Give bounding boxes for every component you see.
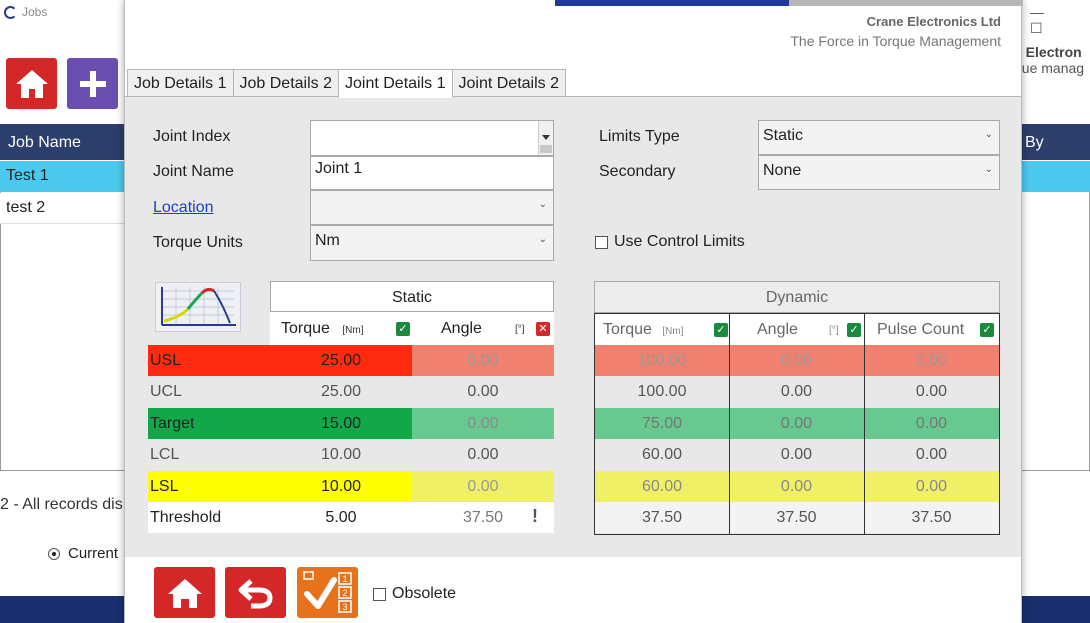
dynamic-angle-enabled-checkbox[interactable]: ✓ bbox=[847, 323, 861, 337]
tab-joint-details-2[interactable]: Joint Details 2 bbox=[451, 69, 566, 97]
company-name: Crane Electronics Ltd bbox=[866, 14, 1001, 29]
static-torque-header: Torque [Nm] bbox=[281, 320, 364, 337]
usl-angle-cell[interactable]: 0.00 bbox=[412, 345, 554, 376]
static-row-usl: USL 25.00 0.00 bbox=[148, 345, 554, 376]
radio-dot-icon bbox=[48, 547, 60, 560]
static-row-lcl: LCL 10.00 0.00 bbox=[148, 439, 554, 470]
static-angle-header: Angle bbox=[441, 320, 482, 337]
background-brand: e Electron que manag bbox=[1014, 44, 1085, 76]
divider bbox=[729, 314, 730, 534]
badge-2: 2 bbox=[342, 588, 347, 598]
secondary-select[interactable]: None ⌄ bbox=[758, 155, 1000, 190]
checkbox-box bbox=[595, 235, 608, 249]
chevron-down-icon: ⌄ bbox=[538, 234, 547, 245]
torque-units-label: Torque Units bbox=[153, 234, 243, 251]
records-status: 2 - All records dis bbox=[0, 496, 123, 513]
crane-logo-icon bbox=[4, 5, 17, 19]
current-radio[interactable]: Current bbox=[48, 545, 118, 562]
chevron-down-icon: ⌄ bbox=[984, 164, 993, 175]
dynamic-pulse-enabled-checkbox[interactable]: ✓ bbox=[980, 323, 994, 337]
threshold-torque-cell[interactable]: 5.00 bbox=[270, 502, 412, 533]
secondary-label: Secondary bbox=[599, 163, 676, 180]
tab-bar: Job Details 1 Job Details 2 Joint Detail… bbox=[127, 69, 566, 98]
plus-icon bbox=[79, 70, 106, 97]
dynamic-angle-unit: [°] bbox=[829, 325, 839, 336]
torque-units-select[interactable]: Nm ⌄ bbox=[310, 225, 554, 261]
lsl-angle-cell[interactable]: 0.00 bbox=[412, 471, 554, 502]
undo-arrow-icon bbox=[238, 578, 273, 608]
dynamic-row-threshold: 37.50 37.50 37.50 bbox=[595, 502, 999, 533]
dynamic-header: Dynamic bbox=[594, 281, 1000, 313]
home-button[interactable] bbox=[6, 58, 57, 109]
dynamic-pulse-header: Pulse Count bbox=[877, 321, 965, 338]
add-job-button[interactable] bbox=[67, 58, 118, 109]
torque-curve-icon bbox=[155, 282, 241, 332]
home-icon bbox=[167, 578, 202, 608]
obsolete-checkbox[interactable]: Obsolete bbox=[373, 585, 456, 603]
home-icon bbox=[15, 69, 48, 98]
static-row-target: Target 15.00 0.00 bbox=[148, 408, 554, 439]
tab-joint-details-1[interactable]: Joint Details 1 bbox=[338, 69, 453, 98]
lsl-torque-cell[interactable]: 10.00 bbox=[270, 471, 412, 502]
limits-type-select[interactable]: Static ⌄ bbox=[758, 120, 1000, 155]
ucl-angle-cell[interactable]: 0.00 bbox=[412, 376, 554, 407]
tab-job-details-1[interactable]: Job Details 1 bbox=[127, 69, 234, 97]
joint-name-label: Joint Name bbox=[153, 163, 234, 180]
static-angle-enabled-checkbox[interactable]: ✕ bbox=[536, 322, 550, 336]
badge-3: 3 bbox=[342, 602, 347, 612]
joint-name-input[interactable]: Joint 1 bbox=[310, 156, 554, 190]
usl-torque-cell[interactable]: 25.00 bbox=[270, 345, 412, 376]
joint-index-spinner[interactable] bbox=[538, 121, 553, 155]
accent-bar bbox=[555, 0, 789, 6]
dialog-home-button[interactable] bbox=[154, 567, 215, 618]
dynamic-angle-header: Angle bbox=[757, 321, 798, 338]
dynamic-table: Torque [Nm] ✓ Angle [°] ✓ Pulse Count ✓ … bbox=[594, 313, 1000, 535]
target-angle-cell[interactable]: 0.00 bbox=[412, 408, 554, 439]
col-by[interactable]: By bbox=[1025, 134, 1044, 152]
static-row-ucl: UCL 25.00 0.00 bbox=[148, 376, 554, 407]
lcl-torque-cell[interactable]: 10.00 bbox=[270, 439, 412, 470]
window-controls[interactable]: —☐ bbox=[1030, 4, 1090, 37]
save-button[interactable]: 1 2 3 bbox=[297, 567, 358, 618]
company-brand: Crane Electronics Ltd The Force in Torqu… bbox=[790, 14, 1001, 49]
lcl-angle-cell[interactable]: 0.00 bbox=[412, 439, 554, 470]
accent-bar-grey bbox=[789, 0, 1023, 6]
static-row-lsl: LSL 10.00 0.00 bbox=[148, 471, 554, 502]
joint-index-input[interactable] bbox=[310, 120, 554, 156]
joint-details-dialog: Crane Electronics Ltd The Force in Torqu… bbox=[124, 0, 1023, 623]
jobs-window-title: Jobs bbox=[4, 5, 47, 19]
dynamic-torque-enabled-checkbox[interactable]: ✓ bbox=[714, 323, 728, 337]
static-torque-enabled-checkbox[interactable]: ✓ bbox=[396, 322, 410, 336]
limits-type-label: Limits Type bbox=[599, 128, 680, 145]
save-checklist-icon: 1 2 3 bbox=[302, 570, 352, 613]
chevron-down-icon: ⌄ bbox=[984, 129, 993, 140]
dynamic-row-lcl: 60.00 0.00 0.00 bbox=[641, 446, 948, 463]
col-job-name[interactable]: Job Name bbox=[8, 134, 81, 152]
static-angle-unit: [°] bbox=[515, 324, 525, 335]
chevron-down-icon: ⌄ bbox=[538, 199, 547, 210]
checkbox-box bbox=[373, 587, 386, 601]
target-torque-cell[interactable]: 15.00 bbox=[270, 408, 412, 439]
tab-content: Joint Index Joint Name Joint 1 Location … bbox=[125, 96, 1021, 557]
location-select[interactable]: ⌄ bbox=[310, 190, 554, 225]
ucl-torque-cell[interactable]: 25.00 bbox=[270, 376, 412, 407]
dynamic-torque-header: Torque [Nm] bbox=[603, 321, 684, 338]
tab-job-details-2[interactable]: Job Details 2 bbox=[232, 69, 339, 97]
dynamic-row-usl: 100.00 0.00 0.00 bbox=[595, 345, 999, 376]
joint-index-label: Joint Index bbox=[153, 128, 231, 145]
company-tagline: The Force in Torque Management bbox=[790, 33, 1001, 49]
badge-1: 1 bbox=[342, 574, 347, 584]
dynamic-row-target: 75.00 0.00 0.00 bbox=[595, 408, 999, 439]
dynamic-row-ucl: 100.00 0.00 0.00 bbox=[637, 383, 948, 400]
location-link[interactable]: Location bbox=[153, 199, 214, 217]
table-row[interactable]: test 2 bbox=[0, 193, 124, 224]
back-button[interactable] bbox=[225, 567, 286, 618]
warning-icon: ! bbox=[532, 506, 538, 526]
dynamic-row-lsl: 60.00 0.00 0.00 bbox=[595, 471, 999, 502]
static-header: Static bbox=[270, 281, 554, 312]
divider bbox=[864, 314, 865, 534]
use-control-limits-checkbox[interactable]: Use Control Limits bbox=[595, 233, 745, 251]
static-row-threshold: Threshold 5.00 37.50 ! bbox=[148, 502, 554, 533]
